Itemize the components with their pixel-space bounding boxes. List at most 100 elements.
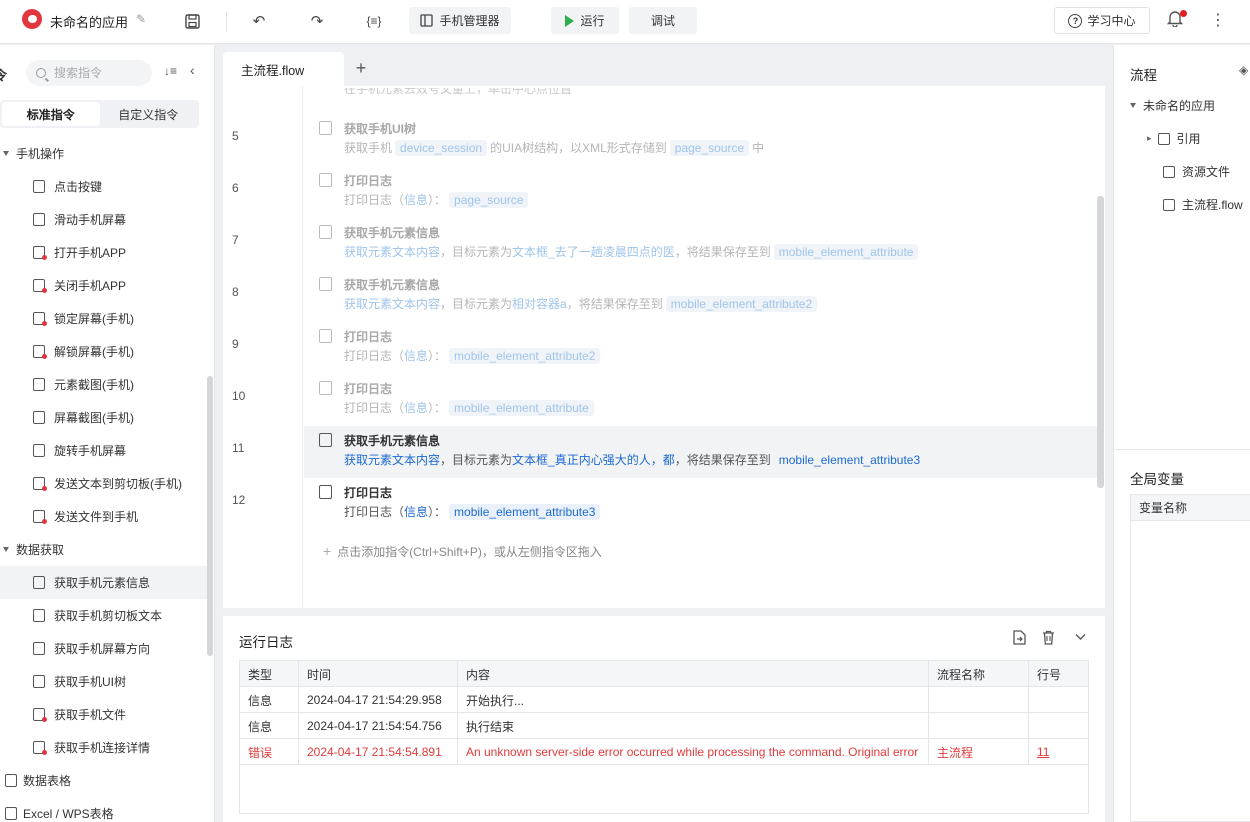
tab-main-flow[interactable]: 主流程.flow	[223, 52, 344, 86]
command-search-input[interactable]	[54, 66, 144, 80]
add-tab-icon[interactable]: +	[351, 58, 371, 79]
flow-step[interactable]: 打印日志 打印日志（信息）： mobile_element_attribute3	[304, 478, 1097, 530]
step-title: 打印日志	[344, 330, 393, 344]
log-time: 2024-04-17 21:54:29.958	[299, 687, 458, 713]
screen-orientation-icon	[33, 642, 45, 655]
command-item[interactable]: 获取手机连接详情	[0, 731, 207, 764]
tab-standard-commands[interactable]: 标准指令	[2, 102, 100, 126]
collapse-panel-icon[interactable]: ‹	[190, 62, 195, 78]
notification-bell-icon[interactable]	[1166, 10, 1187, 32]
group-data-fetch[interactable]: 数据获取	[3, 538, 64, 560]
run-label: 运行	[580, 14, 605, 28]
run-button[interactable]: 运行	[551, 7, 619, 34]
command-item[interactable]: 元素截图(手机)	[0, 368, 207, 401]
tree-item-resources[interactable]: 资源文件	[1163, 163, 1230, 180]
command-item[interactable]: 获取手机剪切板文本	[0, 599, 207, 632]
app-title[interactable]: 未命名的应用	[50, 12, 128, 31]
column-header: 行号	[1037, 667, 1062, 682]
tree-root[interactable]: 未命名的应用	[1130, 97, 1215, 114]
command-item[interactable]: 打开手机APP	[0, 236, 207, 269]
add-command-hint[interactable]: + 点击添加指令(Ctrl+Shift+P)，或从左侧指令区拖入	[323, 543, 602, 560]
table-row-error[interactable]: 错误 2024-04-17 21:54:54.891 An unknown se…	[240, 739, 1088, 765]
redo-icon[interactable]: ↷	[305, 9, 329, 33]
command-item[interactable]: 发送文件到手机	[0, 500, 207, 533]
group-data-table[interactable]: 数据表格	[5, 769, 71, 791]
element-info-icon	[319, 433, 332, 447]
edit-title-icon[interactable]: ✎	[136, 12, 146, 26]
command-item[interactable]: 屏幕截图(手机)	[0, 401, 207, 434]
flow-step[interactable]: 获取手机UI树 获取手机 device_session 的UIA树结构，以XML形式…	[304, 114, 1097, 166]
variable-chip[interactable]: mobile_element_attribute3	[774, 452, 925, 468]
table-row[interactable]: 信息 2024-04-17 21:54:54.756 执行结束	[240, 713, 1088, 739]
step-description: 打印日志（信息）： page_source	[344, 191, 531, 208]
debug-button[interactable]: 调试	[629, 7, 697, 34]
command-item[interactable]: 获取手机屏幕方向	[0, 632, 207, 665]
command-label: 获取手机元素信息	[54, 576, 151, 590]
tab-custom-commands[interactable]: 自定义指令	[100, 102, 198, 126]
flow-step[interactable]: 获取手机元素信息 获取元素文本内容，目标元素为相对容器a，将结果保存至到 mobi…	[304, 270, 1097, 322]
step-description: 打印日志（信息）： mobile_element_attribute	[344, 399, 597, 416]
line-link[interactable]: 11	[1037, 745, 1049, 759]
left-scrollbar[interactable]	[207, 376, 213, 656]
variable-chip[interactable]: mobile_element_attribute2	[665, 296, 818, 312]
export-log-icon[interactable]	[1013, 630, 1026, 648]
print-log-icon	[319, 485, 332, 499]
expand-caret-icon: ▸	[1147, 133, 1152, 143]
command-item[interactable]: 获取手机元素信息	[0, 566, 207, 599]
global-vars-table: 变量名称	[1130, 494, 1250, 822]
command-item[interactable]: 锁定屏幕(手机)	[0, 302, 207, 335]
group-excel[interactable]: Excel / WPS表格	[5, 802, 114, 822]
tree-item-main-flow[interactable]: 主流程.flow	[1163, 196, 1243, 213]
click-key-icon	[33, 180, 45, 193]
save-icon[interactable]	[180, 9, 204, 33]
variable-chip[interactable]: mobile_element_attribute3	[449, 504, 601, 520]
sort-icon[interactable]: ↓≡	[164, 64, 177, 78]
flow-step[interactable]: 获取手机元素信息 获取元素文本内容，目标元素为文本框_去了一趟凌晨四点的医，将结…	[304, 218, 1097, 270]
group-label: 手机操作	[16, 146, 65, 161]
unlock-screen-icon	[33, 345, 47, 359]
variable-chip[interactable]: mobile_element_attribute	[773, 244, 919, 260]
phone-manager-button[interactable]: 手机管理器	[409, 7, 511, 34]
process-panel: 流程 ◈ 未命名的应用 ▸ 引用 资源文件 主流程.flow 全局变量 变量名称	[1113, 45, 1250, 822]
step-title: 打印日志	[344, 486, 393, 500]
layers-icon[interactable]: ◈	[1239, 63, 1248, 77]
command-item[interactable]: 关闭手机APP	[0, 269, 207, 302]
table-row[interactable]: 信息 2024-04-17 21:54:29.958 开始执行...	[240, 687, 1088, 713]
tree-item-label: 资源文件	[1182, 165, 1231, 179]
command-item[interactable]: 解锁屏幕(手机)	[0, 335, 207, 368]
editor-scrollbar[interactable]	[1097, 196, 1104, 488]
command-item[interactable]: 滑动手机屏幕	[0, 203, 207, 236]
log-content: 执行结束	[458, 713, 929, 739]
log-line-link[interactable]: 11	[1029, 739, 1088, 765]
screen-screenshot-icon	[33, 411, 45, 424]
expand-caret-icon	[1130, 103, 1136, 108]
collapse-log-icon[interactable]	[1074, 630, 1087, 646]
undo-icon[interactable]: ↶	[247, 9, 271, 33]
command-search[interactable]	[26, 60, 152, 86]
tree-item-ref[interactable]: ▸ 引用	[1147, 130, 1201, 147]
flow-step-selected[interactable]: 获取手机元素信息 获取元素文本内容，目标元素为文本框_真正内心强大的人，都，将结…	[304, 426, 1097, 478]
more-menu-icon[interactable]: ⋮	[1210, 10, 1226, 30]
variable-chip[interactable]: device_session	[395, 140, 488, 156]
variable-chip[interactable]: mobile_element_attribute	[449, 400, 594, 416]
variables-icon[interactable]: {≡}	[362, 9, 386, 33]
flow-step[interactable]: 打印日志 打印日志（信息）： page_source	[304, 166, 1097, 218]
clear-log-icon[interactable]	[1042, 630, 1055, 648]
column-header: 内容	[458, 661, 929, 687]
command-item[interactable]: 发送文本到剪切板(手机)	[0, 467, 207, 500]
command-item[interactable]: 点击按键	[0, 170, 207, 203]
command-item[interactable]: 获取手机UI树	[0, 665, 207, 698]
learning-center-button[interactable]: ? 学习中心	[1054, 7, 1150, 34]
command-label: 解锁屏幕(手机)	[54, 345, 134, 359]
variable-chip[interactable]: mobile_element_attribute2	[449, 348, 601, 364]
command-item[interactable]: 获取手机文件	[0, 698, 207, 731]
flow-step[interactable]: 打印日志 打印日志（信息）： mobile_element_attribute2	[304, 322, 1097, 374]
variable-chip[interactable]: page_source	[669, 140, 750, 156]
flow-step[interactable]: 打印日志 打印日志（信息）： mobile_element_attribute	[304, 374, 1097, 426]
variable-chip[interactable]: page_source	[449, 192, 529, 208]
step-title: 打印日志	[344, 174, 393, 188]
group-phone-ops[interactable]: 手机操作	[3, 142, 64, 164]
group-label: Excel / WPS表格	[23, 806, 114, 821]
command-item[interactable]: 旋转手机屏幕	[0, 434, 207, 467]
